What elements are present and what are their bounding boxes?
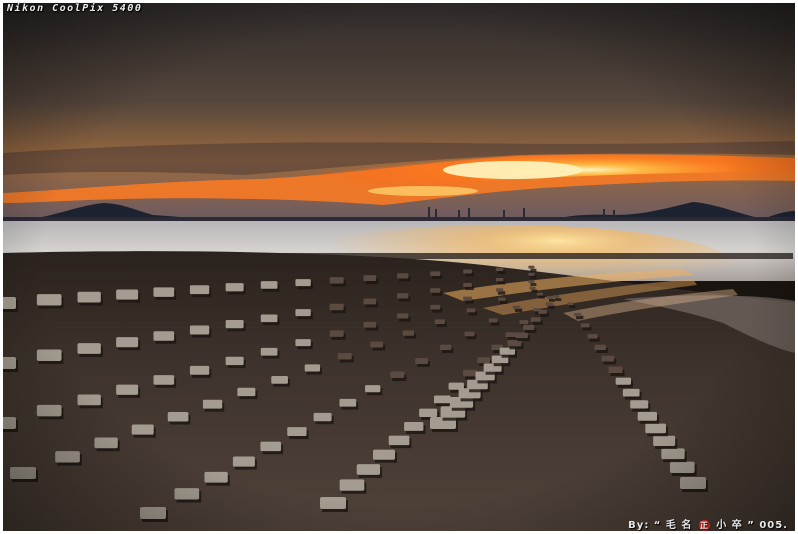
credit-prefix: By: “ 毛 名 <box>628 520 693 531</box>
seal-stamp: 正 <box>698 519 710 531</box>
credit-suffix: 小 卒 ” 005. <box>716 520 788 531</box>
camera-watermark: Nikon CoolPix 5400 <box>7 3 143 14</box>
photographer-credit: By: “ 毛 名 正 小 卒 ” 005. <box>628 516 788 531</box>
vignette <box>3 3 795 531</box>
sunset-photo <box>3 3 795 531</box>
sunset-scene <box>3 3 795 531</box>
photo-frame: Nikon CoolPix 5400 By: “ 毛 名 正 小 卒 ” 005… <box>0 0 798 534</box>
